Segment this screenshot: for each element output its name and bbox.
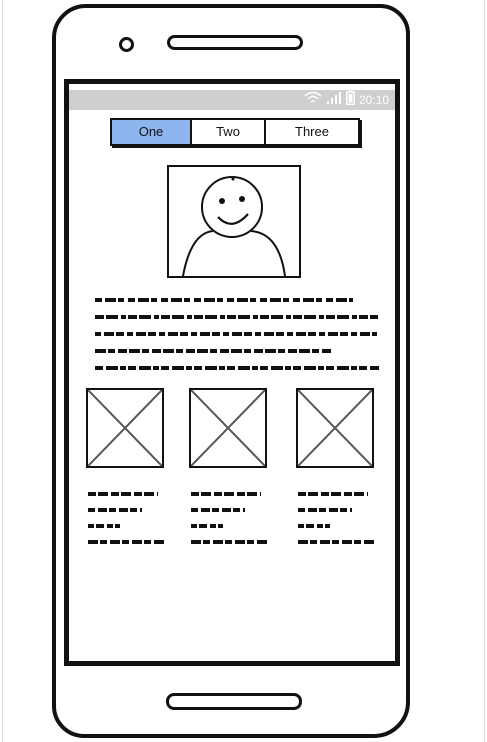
tab-bar: One Two Three xyxy=(110,118,360,146)
gallery-caption-3 xyxy=(298,492,374,544)
battery-icon xyxy=(345,90,355,110)
front-camera-icon xyxy=(119,37,134,52)
speaker-grille xyxy=(167,35,303,50)
gallery-image-3[interactable] xyxy=(296,388,374,468)
canvas-edge-right xyxy=(484,0,485,742)
avatar xyxy=(167,165,301,278)
gallery-image-2[interactable] xyxy=(189,388,267,468)
wifi-icon xyxy=(304,91,322,110)
gallery-caption-1 xyxy=(88,492,164,544)
status-icons: 20:10 xyxy=(304,90,389,110)
gallery-image-1[interactable] xyxy=(86,388,164,468)
image-placeholder-icon xyxy=(88,390,162,466)
status-bar: 20:10 xyxy=(69,90,395,110)
paragraph-text xyxy=(95,298,379,370)
signal-icon xyxy=(326,91,342,110)
tab-one[interactable]: One xyxy=(112,120,190,144)
status-time: 20:10 xyxy=(358,93,389,107)
image-placeholder-icon xyxy=(298,390,372,466)
gallery-caption-2 xyxy=(191,492,267,544)
tab-three[interactable]: Three xyxy=(264,120,358,144)
home-button[interactable] xyxy=(166,693,302,710)
smiley-person-icon xyxy=(182,176,286,276)
tab-two[interactable]: Two xyxy=(190,120,264,144)
canvas: 20:10 One Two Three xyxy=(0,0,487,742)
image-placeholder-icon xyxy=(191,390,265,466)
canvas-edge-left xyxy=(2,0,3,742)
phone-screen: 20:10 One Two Three xyxy=(64,79,400,666)
